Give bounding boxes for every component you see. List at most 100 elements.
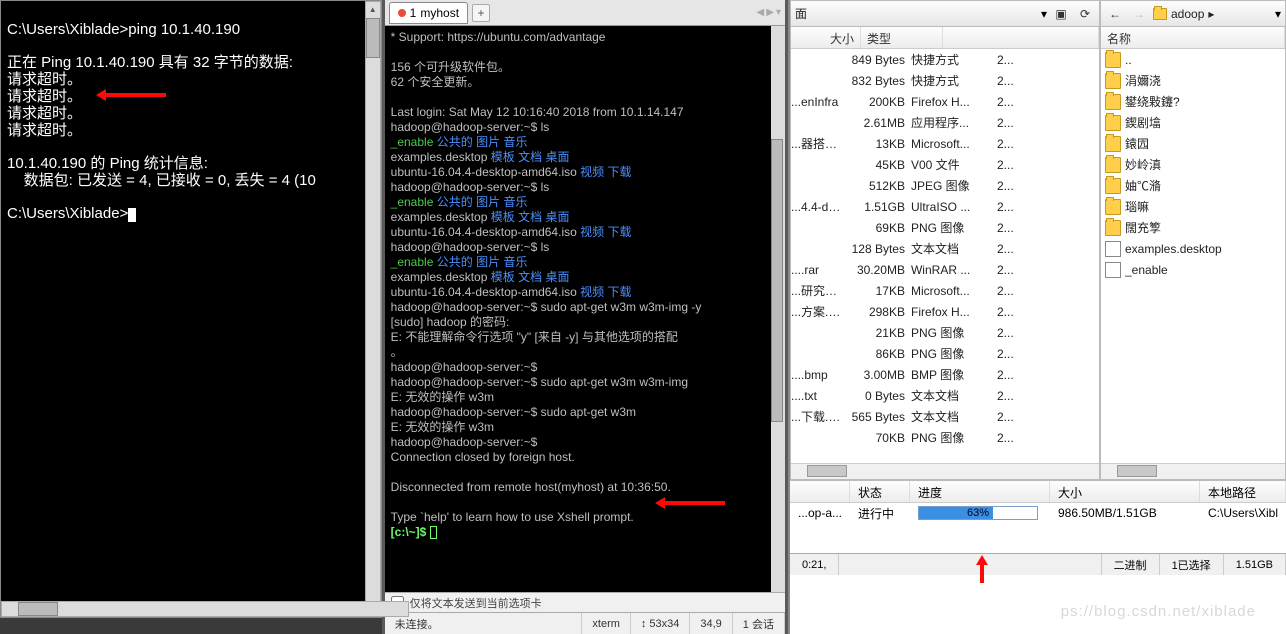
file-type: 应用程序... (911, 114, 993, 131)
file-type: Microsoft... (911, 137, 993, 151)
col-type[interactable]: 类型 (861, 27, 943, 48)
col-status[interactable]: 状态 (850, 481, 910, 502)
term-vscrollbar[interactable] (771, 26, 785, 592)
list-item[interactable]: 鍥剧墖 (1101, 112, 1285, 133)
term-prompt[interactable]: [c:\~]$ (391, 525, 779, 540)
dropdown-icon[interactable]: ▾ (1275, 7, 1281, 21)
local-columns[interactable]: 大小 类型 (791, 27, 1099, 49)
local-file-list[interactable]: 849 Bytes快捷方式2...832 Bytes快捷方式2......enI… (791, 49, 1099, 463)
table-row[interactable]: ...enInfra200KBFirefox H...2... (791, 91, 1099, 112)
folder-icon (1105, 136, 1121, 152)
list-item[interactable]: 鐢绕敤鑳? (1101, 91, 1285, 112)
forward-icon[interactable]: → (1129, 4, 1149, 24)
queue-columns[interactable]: 状态 进度 大小 本地路径 (790, 481, 1286, 503)
tab-prev-icon[interactable]: ◀ (757, 7, 765, 18)
scroll-thumb[interactable] (1117, 465, 1157, 477)
crumb-label[interactable]: adoop (1171, 7, 1204, 21)
file-size: 70KB (841, 431, 911, 445)
list-item[interactable]: 闊充箰 (1101, 217, 1285, 238)
file-size: 86KB (841, 347, 911, 361)
list-item[interactable]: 瑙嘛 (1101, 196, 1285, 217)
dropdown-icon[interactable]: ▾ (1041, 7, 1047, 21)
cmd-window[interactable]: C:\Users\Xiblade>ping 10.1.40.190 正在 Pin… (0, 0, 382, 618)
new-window-icon[interactable]: ▣ (1051, 4, 1071, 24)
table-row[interactable]: 86KBPNG 图像2... (791, 343, 1099, 364)
cmd-vscrollbar[interactable]: ▲▼ (365, 1, 381, 617)
term-line: _enable 公共的 图片 音乐 (391, 195, 779, 210)
status-dot-icon (398, 9, 406, 17)
terminal-tab[interactable]: 1 myhost (389, 2, 468, 24)
scroll-up-icon[interactable]: ▲ (366, 2, 380, 16)
table-row[interactable]: 849 Bytes快捷方式2... (791, 49, 1099, 70)
status-sel: 1已选择 (1160, 554, 1224, 575)
table-row[interactable]: 512KBJPEG 图像2... (791, 175, 1099, 196)
queue-row[interactable]: ...op-a... 进行中 63% 986.50MB/1.51GB C:\Us… (790, 503, 1286, 523)
table-row[interactable]: 45KBV00 文件2... (791, 154, 1099, 175)
table-row[interactable]: ...研究计...17KBMicrosoft...2... (791, 280, 1099, 301)
table-row[interactable]: ...器搭建...13KBMicrosoft...2... (791, 133, 1099, 154)
table-row[interactable]: ...下载.png565 Bytes文本文档2... (791, 406, 1099, 427)
file-size: 69KB (841, 221, 911, 235)
file-date: 2... (993, 179, 1014, 193)
local-pathbar[interactable]: 面 ▾ ▣ ⟳ (791, 1, 1099, 27)
table-row[interactable]: ....rar30.20MBWinRAR ...2... (791, 259, 1099, 280)
col-progress[interactable]: 进度 (910, 481, 1050, 502)
col-size[interactable]: 大小 (1050, 481, 1200, 502)
col-local[interactable]: 本地路径 (1200, 481, 1286, 502)
table-row[interactable]: 832 Bytes快捷方式2... (791, 70, 1099, 91)
table-row[interactable]: 69KBPNG 图像2... (791, 217, 1099, 238)
crumb-label[interactable]: 面 (795, 5, 807, 22)
table-row[interactable]: 2.61MB应用程序...2... (791, 112, 1099, 133)
list-item[interactable]: examples.desktop (1101, 238, 1285, 259)
file-name: 闊充箰 (1125, 219, 1285, 236)
file-date: 2... (993, 431, 1014, 445)
list-item[interactable]: _enable (1101, 259, 1285, 280)
tab-menu-icon[interactable]: ▾ (776, 7, 781, 18)
refresh-icon[interactable]: ⟳ (1075, 4, 1095, 24)
table-row[interactable]: 21KBPNG 图像2... (791, 322, 1099, 343)
scroll-thumb[interactable] (366, 18, 380, 58)
remote-pathbar[interactable]: ← → adoop ▸ ▾ (1101, 1, 1285, 27)
new-tab-button[interactable]: + (472, 4, 490, 22)
col-name[interactable]: 名称 (1101, 27, 1285, 48)
file-type: PNG 图像 (911, 324, 993, 341)
cmd-line: 请求超时。 (7, 105, 82, 122)
table-row[interactable]: 128 Bytes文本文档2... (791, 238, 1099, 259)
tab-next-icon[interactable]: ▶ (766, 7, 774, 18)
file-size: 30.20MB (841, 263, 911, 277)
list-item[interactable]: 鎱囥 (1101, 133, 1285, 154)
table-row[interactable]: ...方案.html298KBFirefox H...2... (791, 301, 1099, 322)
col-size[interactable]: 大小 (791, 27, 861, 48)
list-item[interactable]: 涓嬭浇 (1101, 70, 1285, 91)
local-hscrollbar[interactable] (791, 463, 1099, 479)
table-row[interactable]: ....bmp3.00MBBMP 图像2... (791, 364, 1099, 385)
term-line: 62 个安全更新。 (391, 75, 779, 90)
term-line: Connection closed by foreign host. (391, 450, 779, 465)
remote-hscrollbar[interactable] (1101, 463, 1285, 479)
table-row[interactable]: 70KBPNG 图像2... (791, 427, 1099, 448)
file-size: 512KB (841, 179, 911, 193)
list-item[interactable]: 妙岭滇 (1101, 154, 1285, 175)
send-label: 仅将文本发送到当前选项卡 (410, 595, 542, 611)
list-item[interactable]: .. (1101, 49, 1285, 70)
folder-icon (1105, 220, 1121, 236)
table-row[interactable]: ...4.4-des...1.51GBUltraISO ...2... (791, 196, 1099, 217)
scroll-thumb[interactable] (807, 465, 847, 477)
list-item[interactable]: 妯℃潃 (1101, 175, 1285, 196)
terminal-body[interactable]: * Support: https://ubuntu.com/advantage … (385, 26, 785, 592)
cmd-prompt[interactable]: C:\Users\Xiblade> (7, 205, 128, 222)
remote-columns[interactable]: 名称 (1101, 27, 1285, 49)
file-date: 2... (993, 284, 1014, 298)
file-size: 0 Bytes (841, 389, 911, 403)
term-line: hadoop@hadoop-server:~$ ls (391, 180, 779, 195)
cmd-line: 请求超时。 (7, 122, 82, 139)
scroll-thumb[interactable] (18, 602, 58, 616)
table-row[interactable]: ....txt0 Bytes文本文档2... (791, 385, 1099, 406)
tab-label: myhost (420, 6, 459, 20)
cmd-hscrollbar[interactable] (1, 601, 409, 617)
back-icon[interactable]: ← (1105, 4, 1125, 24)
remote-file-list[interactable]: ..涓嬭浇鐢绕敤鑳?鍥剧墖鎱囥妙岭滇妯℃潃瑙嘛闊充箰 examples.deskt… (1101, 49, 1285, 463)
file-date: 2... (993, 137, 1014, 151)
scroll-thumb[interactable] (771, 139, 783, 422)
term-line: _enable 公共的 图片 音乐 (391, 255, 779, 270)
